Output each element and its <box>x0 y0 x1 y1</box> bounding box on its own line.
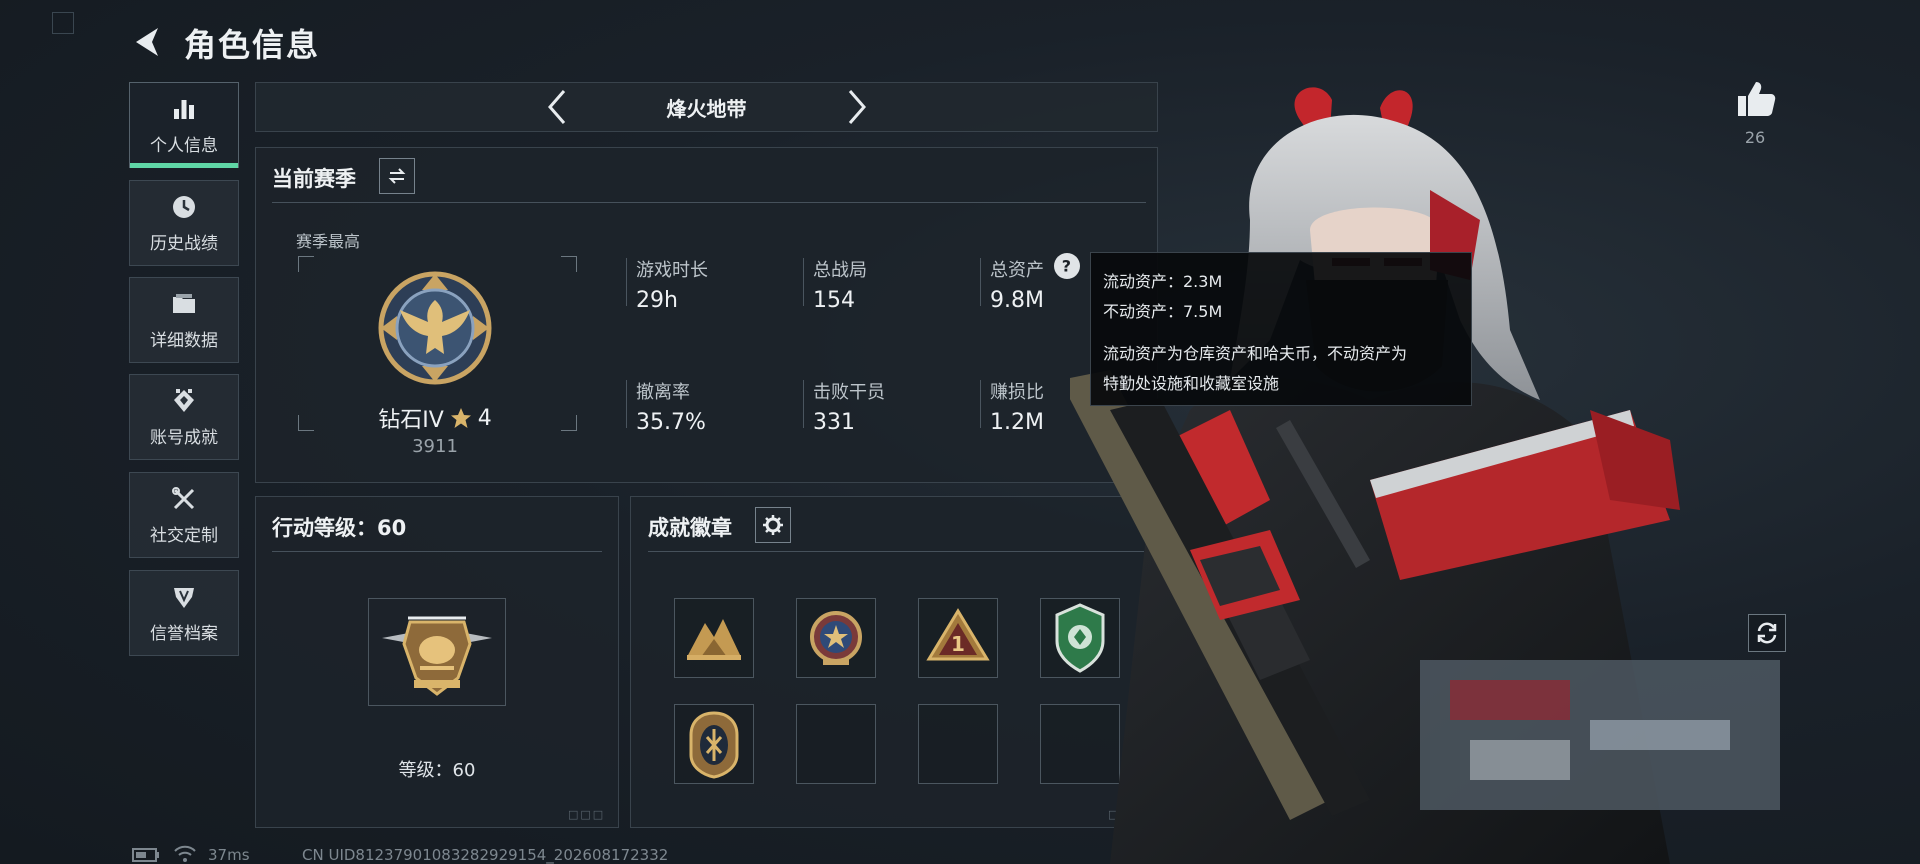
rank-stars: 4 <box>477 405 492 431</box>
stat-divider <box>626 258 627 306</box>
level-text: 等级：60 <box>398 760 476 781</box>
tooltip-fixed-assets: 不动资产：7.5M <box>1103 302 1223 321</box>
sidebar-item-label: 信誉档案 <box>150 623 218 644</box>
rotate-icon <box>1757 622 1777 644</box>
rotate-view-button[interactable] <box>1748 614 1786 652</box>
achievement-icon <box>174 388 194 412</box>
stat-label-total-matches: 总战局 <box>813 260 867 281</box>
stat-value-profit-ratio: 1.2M <box>990 410 1044 435</box>
battery-icon <box>132 848 159 862</box>
stat-label-extract-rate: 撤离率 <box>636 382 690 403</box>
gear-icon <box>763 515 783 535</box>
panel-corner-marks: □□□ <box>568 808 606 821</box>
season-divider <box>272 202 1146 203</box>
stat-label-total-assets: 总资产 <box>990 260 1044 281</box>
rank-name: 钻石IV <box>378 408 444 433</box>
corner-decoration <box>52 12 74 34</box>
sidebar-item-achievements[interactable]: 账号成就 <box>129 374 239 460</box>
badge-slot[interactable]: 1 <box>918 598 998 678</box>
action-level-title: 行动等级：60 <box>272 516 407 540</box>
diamond-rank-emblem-icon <box>378 271 492 385</box>
stat-divider <box>980 258 981 306</box>
mode-title: 烽火地带 <box>666 96 747 121</box>
stat-divider <box>626 380 627 428</box>
sidebar-item-label: 账号成就 <box>150 427 218 448</box>
rank-points: 3911 <box>412 436 458 457</box>
folder-icon <box>173 293 195 313</box>
sidebar-item-personal-info[interactable]: 个人信息 <box>129 82 239 168</box>
stat-divider <box>980 380 981 428</box>
tooltip-description-line2: 特勤处设施和收藏室设施 <box>1103 374 1280 393</box>
badge-slot-empty[interactable] <box>796 704 876 784</box>
svg-text:1: 1 <box>951 632 965 656</box>
sidebar-item-label: 详细数据 <box>150 330 218 351</box>
badges-settings-button[interactable] <box>755 507 791 543</box>
stat-value-playtime: 29h <box>636 288 678 313</box>
sidebar-item-social-custom[interactable]: 社交定制 <box>129 472 239 558</box>
chevron-left-icon[interactable] <box>542 87 572 127</box>
ping-text: 37ms <box>208 846 250 864</box>
sidebar-item-credit-record[interactable]: 信誉档案 <box>129 570 239 656</box>
sidebar-item-label: 社交定制 <box>150 525 218 546</box>
character-model-image <box>1070 87 1780 864</box>
stat-value-total-matches: 154 <box>813 288 855 313</box>
stat-value-total-assets: 9.8M <box>990 288 1044 313</box>
sidebar-item-label: 历史战绩 <box>150 233 218 254</box>
stat-value-kills: 331 <box>813 410 855 435</box>
back-arrow-icon[interactable] <box>128 22 168 62</box>
badge-slot[interactable] <box>674 598 754 678</box>
badge-slot[interactable] <box>674 704 754 784</box>
wifi-icon <box>174 845 196 862</box>
stat-divider <box>803 380 804 428</box>
season-switch-button[interactable] <box>379 158 415 194</box>
sidebar-item-label: 个人信息 <box>150 135 218 156</box>
tooltip-description-line1: 流动资产为仓库资产和哈夫币，不动资产为 <box>1103 344 1408 363</box>
tooltip-liquid-assets: 流动资产：2.3M <box>1103 272 1223 291</box>
uid-text: CN UID8123790108328292915​4_202608172332 <box>302 846 669 864</box>
sidebar-item-detailed-data[interactable]: 详细数据 <box>129 277 239 363</box>
number-one-triangle-badge-icon: 1 <box>926 608 990 661</box>
swap-arrows-icon <box>388 168 406 184</box>
page-title: 角色信息 <box>184 26 321 64</box>
shield-icon <box>174 587 194 608</box>
rank-title: 钻石IV 4 <box>355 402 515 434</box>
season-best-label: 赛季最高 <box>296 232 361 251</box>
shield-emblem-badge-icon <box>689 711 739 779</box>
frame-corner <box>561 415 577 431</box>
assets-tooltip: 流动资产：2.3M 不动资产：7.5M 流动资产为仓库资产和哈夫币，不动资产为 … <box>1090 252 1472 406</box>
stat-label-profit-ratio: 赚损比 <box>990 382 1044 403</box>
mountain-badge-icon <box>687 619 741 660</box>
sidebar-item-match-history[interactable]: 历史战绩 <box>129 180 239 266</box>
tools-icon <box>172 486 195 509</box>
clock-icon <box>173 195 195 218</box>
season-section-title: 当前赛季 <box>272 167 356 191</box>
star-crest-badge-icon <box>810 611 862 665</box>
frame-corner <box>298 415 314 431</box>
star-icon <box>450 408 471 428</box>
badges-title: 成就徽章 <box>648 516 732 540</box>
badge-slot[interactable] <box>796 598 876 678</box>
chevron-right-icon[interactable] <box>842 87 872 127</box>
stat-divider <box>803 258 804 306</box>
stat-value-extract-rate: 35.7% <box>636 410 706 435</box>
frame-corner <box>561 256 577 272</box>
frame-corner <box>298 256 314 272</box>
like-count: 26 <box>1744 128 1766 147</box>
stat-label-kills: 击败干员 <box>813 382 885 403</box>
helicopter-level-emblem-icon <box>382 616 492 696</box>
stat-label-playtime: 游戏时长 <box>636 260 708 281</box>
thumbs-up-icon[interactable] <box>1736 80 1776 118</box>
action-divider <box>272 551 602 552</box>
badge-slot-empty[interactable] <box>918 704 998 784</box>
bar-chart-icon <box>174 99 194 119</box>
